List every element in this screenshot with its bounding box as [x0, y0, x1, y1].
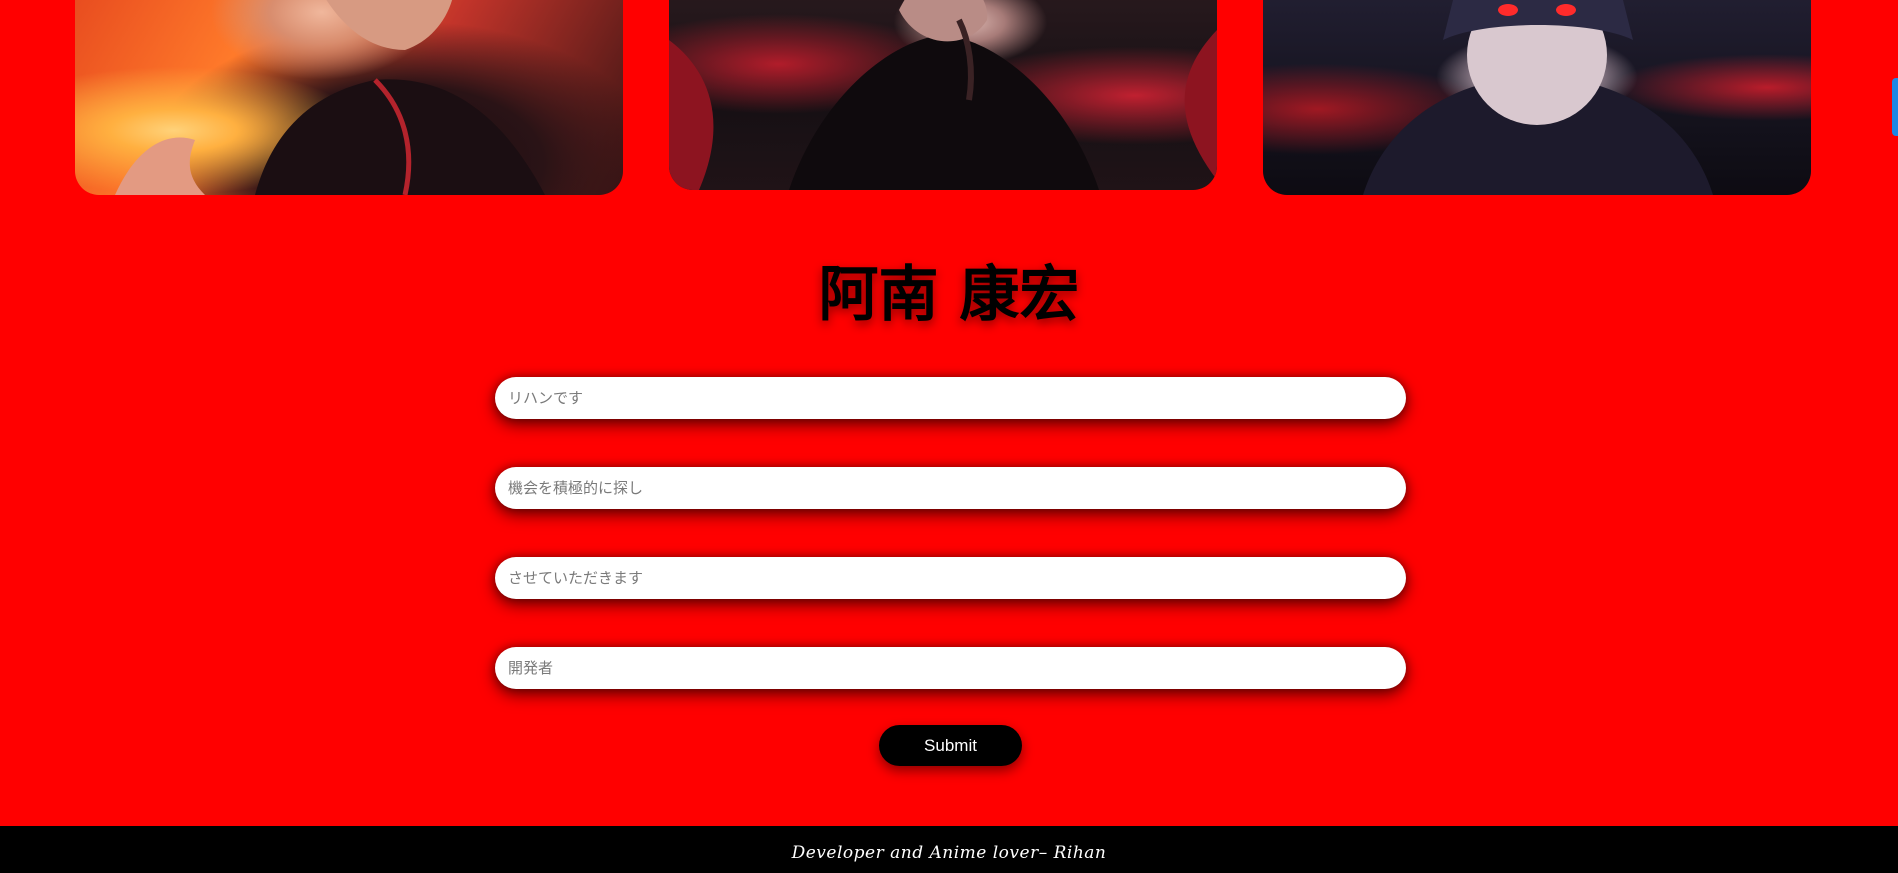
gallery-image-2[interactable]: [669, 0, 1217, 190]
form-field-4[interactable]: [495, 647, 1406, 689]
form-field-2[interactable]: [495, 467, 1406, 509]
form-field-1[interactable]: [495, 377, 1406, 419]
image-gallery: [0, 0, 1898, 200]
footer-text: Developer and Anime lover– Rihan: [791, 843, 1107, 863]
scroll-indicator-tab[interactable]: [1892, 78, 1898, 136]
submit-button[interactable]: Submit: [879, 725, 1022, 766]
page: 阿南 康宏 Submit Developer and Anime lover– …: [0, 0, 1898, 873]
footer: Developer and Anime lover– Rihan: [0, 826, 1898, 873]
form-field-3[interactable]: [495, 557, 1406, 599]
page-title: 阿南 康宏: [818, 260, 1080, 330]
gallery-image-3[interactable]: [1263, 0, 1811, 195]
gallery-image-1[interactable]: [75, 0, 623, 195]
